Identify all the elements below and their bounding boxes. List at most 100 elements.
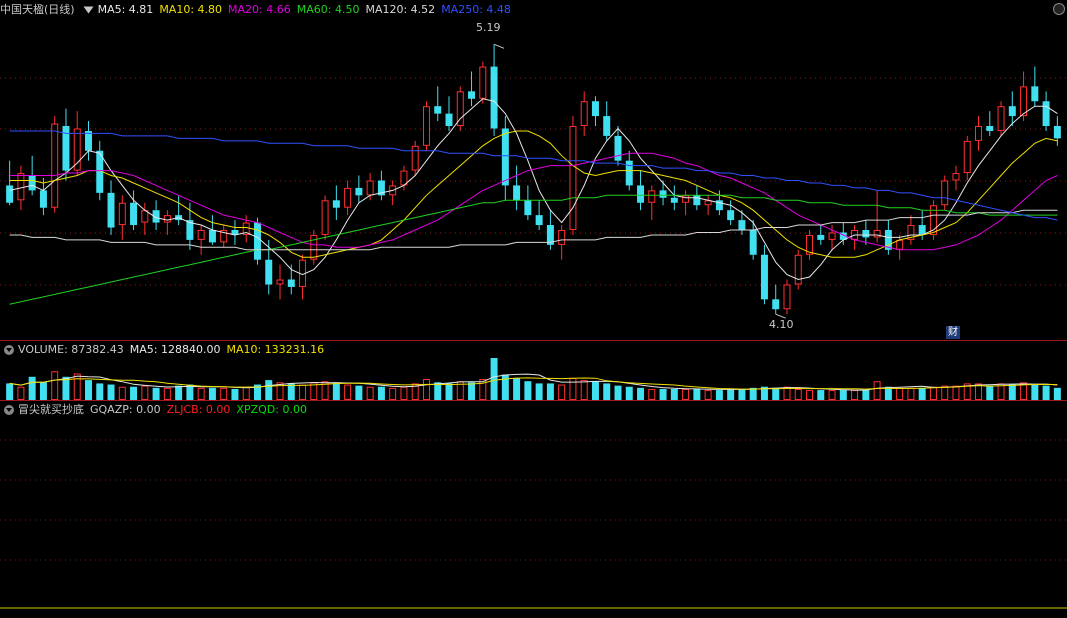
candle-body <box>986 126 994 131</box>
candle-body <box>513 185 521 201</box>
candle-body <box>456 91 464 127</box>
volume-bar <box>73 373 81 401</box>
volume-bar <box>1008 384 1016 400</box>
candle-body <box>141 210 149 223</box>
candle-body <box>51 123 59 208</box>
candle-body <box>603 116 611 136</box>
volume-bar <box>558 384 566 400</box>
candle-body <box>163 215 171 223</box>
candle-body <box>107 192 115 228</box>
candle-body <box>580 101 588 127</box>
volume-bar <box>107 384 115 400</box>
volume-bar <box>896 387 904 400</box>
volume-bar <box>208 387 216 400</box>
volume-bar <box>704 390 712 401</box>
volume-bar <box>783 386 791 401</box>
volume-bar <box>794 388 802 400</box>
volume-bar <box>377 386 385 400</box>
candle-body <box>130 202 138 226</box>
volume-bar <box>39 382 47 400</box>
candle-body <box>727 210 735 221</box>
candle-body <box>749 230 757 255</box>
volume-bar <box>344 384 352 400</box>
candle-body <box>355 187 363 196</box>
volume-bar <box>682 388 690 400</box>
volume-bar <box>51 371 59 400</box>
candle-body <box>558 230 566 245</box>
volume-bar <box>163 387 171 400</box>
volume-bar <box>62 376 70 400</box>
volume-bar <box>941 385 949 401</box>
candle-body <box>1053 126 1061 139</box>
volume-bar <box>625 386 633 400</box>
volume-bar <box>141 385 149 401</box>
candle-body <box>479 66 487 99</box>
volume-bar <box>546 383 554 400</box>
candle-body <box>952 173 960 181</box>
volume-bar <box>85 380 92 400</box>
candle-body <box>682 195 690 203</box>
volume-bar <box>231 388 239 400</box>
candle-body <box>73 128 81 171</box>
volume-bar <box>400 386 408 401</box>
volume-bar <box>806 390 814 401</box>
candle-body <box>366 180 374 196</box>
stock-chart[interactable] <box>0 0 1067 618</box>
volume-bar <box>220 387 228 400</box>
candle-body <box>637 185 645 203</box>
volume-bar <box>17 386 25 401</box>
volume-bar <box>614 385 622 400</box>
candle-body <box>569 126 577 230</box>
low-marker <box>775 313 786 319</box>
volume-bar <box>580 380 588 400</box>
candle-body <box>501 128 509 186</box>
volume-bar <box>299 384 307 400</box>
candle-body <box>39 190 47 208</box>
candle-body <box>276 279 284 285</box>
volume-bar <box>197 387 205 400</box>
volume-bar <box>1042 385 1050 400</box>
ma-line-ma10 <box>9 130 1058 258</box>
volume-bar <box>738 388 746 400</box>
volume-bar <box>828 390 836 401</box>
volume-bar <box>986 385 994 400</box>
candle-body <box>862 230 870 238</box>
candle-body <box>591 101 599 117</box>
volume-bar <box>366 386 374 401</box>
volume-bar <box>535 383 543 400</box>
volume-bar <box>175 385 183 400</box>
candle-body <box>693 195 701 206</box>
volume-bar <box>355 385 363 400</box>
candle-body <box>997 106 1005 131</box>
candle-body <box>873 230 881 238</box>
volume-bar <box>817 390 825 400</box>
candle-body <box>704 200 712 206</box>
volume-bar <box>569 377 577 401</box>
volume-bar <box>265 380 273 400</box>
ma-line-ma20 <box>9 152 1058 251</box>
candle-body <box>738 220 746 230</box>
candle-body <box>535 215 543 226</box>
candle-body <box>422 106 430 146</box>
volume-bar <box>918 387 926 400</box>
volume-bar <box>975 383 982 400</box>
candle-body <box>963 140 971 174</box>
candle-body <box>118 202 126 226</box>
candle-body <box>670 197 678 203</box>
candle-body <box>208 230 216 243</box>
volume-bar <box>952 385 960 401</box>
candle-body <box>28 175 36 191</box>
volume-bar <box>96 383 104 400</box>
volume-bar <box>152 387 160 400</box>
candle-body <box>648 190 656 203</box>
volume-bar <box>929 386 937 401</box>
volume-bar <box>873 381 881 401</box>
candle-body <box>197 230 205 240</box>
volume-bar <box>907 387 915 400</box>
volume-bar <box>648 388 656 400</box>
volume-bar <box>693 388 701 400</box>
volume-bar <box>6 383 14 400</box>
volume-bar <box>591 381 599 400</box>
volume-bar <box>1031 384 1039 400</box>
volume-bar <box>490 358 498 400</box>
